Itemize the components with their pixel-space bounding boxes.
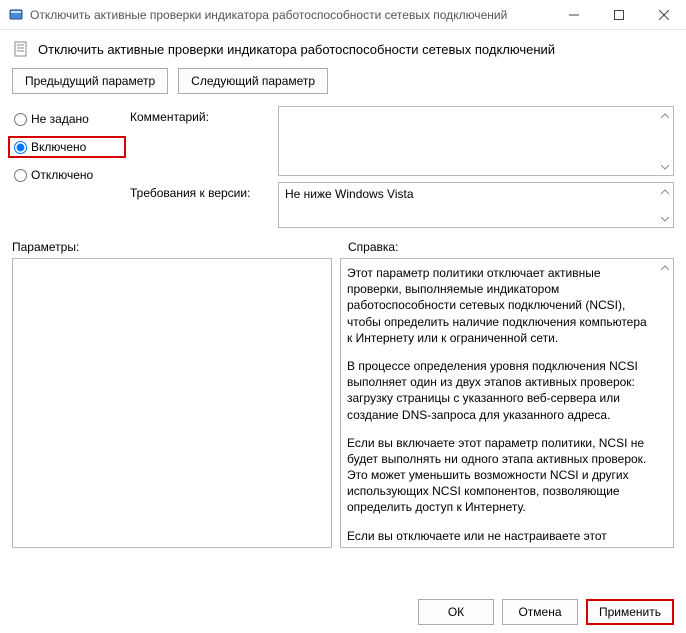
next-setting-button[interactable]: Следующий параметр [178, 68, 328, 94]
help-text: Этот параметр политики отключает активны… [341, 259, 673, 547]
scroll-up-icon[interactable] [657, 184, 672, 199]
apply-button[interactable]: Применить [586, 599, 674, 625]
close-button[interactable] [641, 0, 686, 29]
policy-icon [12, 40, 30, 58]
dialog-footer: ОК Отмена Применить [418, 599, 674, 625]
params-label: Параметры: [12, 240, 348, 254]
scroll-up-icon[interactable] [657, 108, 672, 123]
radio-enabled-label: Включено [31, 140, 86, 154]
requirement-value: Не ниже Windows Vista [285, 187, 414, 201]
scroll-up-icon[interactable] [657, 260, 672, 275]
requirement-field: Не ниже Windows Vista [278, 182, 674, 228]
radio-disabled-label: Отключено [31, 168, 93, 182]
help-p1: Этот параметр политики отключает активны… [347, 265, 655, 346]
radio-not-configured-label: Не задано [31, 112, 89, 126]
prev-setting-button[interactable]: Предыдущий параметр [12, 68, 168, 94]
help-p4: Если вы отключаете или не настраиваете э… [347, 528, 655, 547]
help-label: Справка: [348, 240, 398, 254]
dialog-header: Отключить активные проверки индикатора р… [12, 40, 674, 58]
window-controls [551, 0, 686, 29]
state-radio-group: Не задано Включено Отключено [12, 106, 122, 184]
requirement-label: Требования к версии: [130, 182, 270, 200]
app-icon [8, 7, 24, 23]
radio-disabled[interactable]: Отключено [12, 166, 122, 184]
radio-not-configured-input[interactable] [14, 113, 27, 126]
comment-field[interactable] [278, 106, 674, 176]
cancel-button[interactable]: Отмена [502, 599, 578, 625]
dialog-heading: Отключить активные проверки индикатора р… [38, 42, 555, 57]
radio-enabled[interactable]: Включено [8, 136, 126, 158]
radio-disabled-input[interactable] [14, 169, 27, 182]
scroll-down-icon[interactable] [657, 159, 672, 174]
help-p2: В процессе определения уровня подключени… [347, 358, 655, 423]
scroll-down-icon[interactable] [657, 211, 672, 226]
titlebar: Отключить активные проверки индикатора р… [0, 0, 686, 30]
window-title: Отключить активные проверки индикатора р… [30, 8, 551, 22]
help-p3: Если вы включаете этот параметр политики… [347, 435, 655, 516]
radio-not-configured[interactable]: Не задано [12, 110, 122, 128]
params-box[interactable] [12, 258, 332, 548]
ok-button[interactable]: ОК [418, 599, 494, 625]
maximize-button[interactable] [596, 0, 641, 29]
minimize-button[interactable] [551, 0, 596, 29]
help-box[interactable]: Этот параметр политики отключает активны… [340, 258, 674, 548]
radio-enabled-input[interactable] [14, 141, 27, 154]
comment-label: Комментарий: [130, 106, 270, 124]
